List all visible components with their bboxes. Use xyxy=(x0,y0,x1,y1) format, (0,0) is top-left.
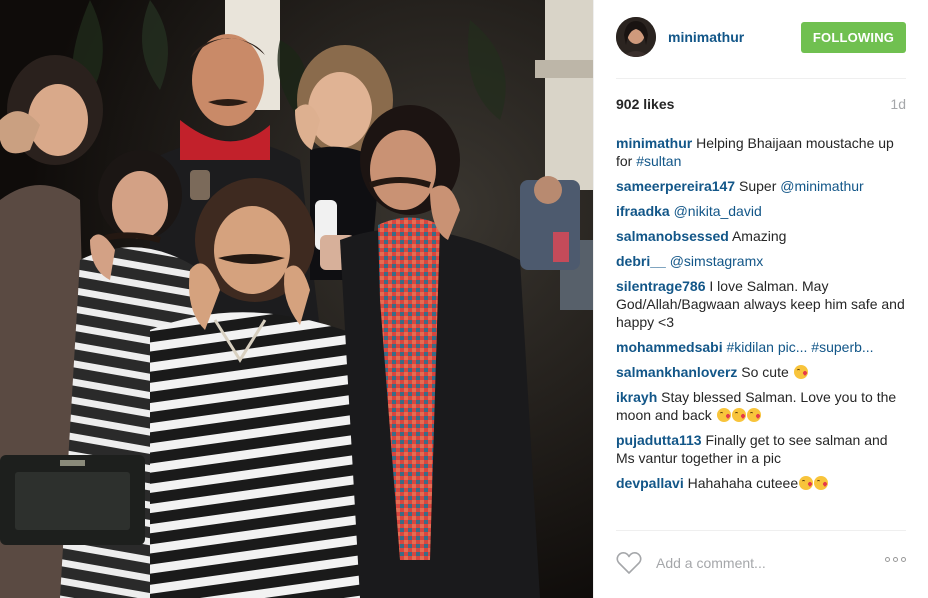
caption-username[interactable]: minimathur xyxy=(616,135,692,151)
kissing-face-emoji-icon xyxy=(716,408,731,422)
comment-item: mohammedsabi #kidilan pic... #superb... xyxy=(616,338,906,356)
instagram-post: minimathur FOLLOWING 902 likes 1d minima… xyxy=(0,0,928,598)
post-age[interactable]: 1d xyxy=(890,96,906,112)
comment-username[interactable]: ifraadka xyxy=(616,203,670,219)
comment-username[interactable]: sameerpereira147 xyxy=(616,178,735,194)
comment-item: salmankhanloverz So cute xyxy=(616,363,906,381)
add-comment-row xyxy=(616,548,906,578)
kissing-face-emoji-icon xyxy=(793,365,808,379)
comment-item: ifraadka @nikita_david xyxy=(616,202,906,220)
heart-outline-icon[interactable] xyxy=(616,551,642,575)
likes-count[interactable]: 902 likes xyxy=(616,96,674,112)
comment-username[interactable]: salmanobsessed xyxy=(616,228,729,244)
post-photo[interactable] xyxy=(0,0,593,598)
following-button[interactable]: FOLLOWING xyxy=(801,22,906,53)
more-options-icon[interactable] xyxy=(885,557,906,562)
comment-item: silentrage786 I love Salman. May God/All… xyxy=(616,277,906,331)
add-comment-input[interactable] xyxy=(654,554,858,572)
comment-item: debri__ @simstagramx xyxy=(616,252,906,270)
comment-mention[interactable]: @minimathur xyxy=(780,178,863,194)
comment-username[interactable]: devpallavi xyxy=(616,475,684,491)
comment-username[interactable]: silentrage786 xyxy=(616,278,706,294)
comment-mention[interactable]: @simstagramx xyxy=(670,253,764,269)
comment-item: ikrayh Stay blessed Salman. Love you to … xyxy=(616,388,906,424)
caption: minimathur Helping Bhaijaan moustache up… xyxy=(616,134,906,170)
comment-username[interactable]: mohammedsabi xyxy=(616,339,723,355)
more-dot xyxy=(901,557,906,562)
avatar[interactable] xyxy=(616,17,656,57)
caption-hashtag[interactable]: #sultan xyxy=(636,153,681,169)
post-meta: 902 likes 1d xyxy=(616,96,906,112)
comment-text: So cute xyxy=(741,364,793,380)
comment-item: devpallavi Hahahaha cuteee xyxy=(616,474,906,492)
more-dot xyxy=(893,557,898,562)
comments-divider xyxy=(616,530,906,531)
comment-text: Hahahaha cuteee xyxy=(687,475,799,491)
comment-item: pujadutta113 Finally get to see salman a… xyxy=(616,431,906,467)
comment-list: minimathur Helping Bhaijaan moustache up… xyxy=(616,134,906,499)
post-header: minimathur FOLLOWING xyxy=(616,16,906,58)
comment-text: Amazing xyxy=(731,228,787,244)
group-selfie-image xyxy=(0,0,593,598)
more-dot xyxy=(885,557,890,562)
comment-username[interactable]: salmankhanloverz xyxy=(616,364,737,380)
comment-username[interactable]: ikrayh xyxy=(616,389,657,405)
avatar-image xyxy=(616,17,656,57)
kissing-face-emoji-icon xyxy=(746,408,761,422)
post-side-panel: minimathur FOLLOWING 902 likes 1d minima… xyxy=(593,0,928,598)
comment-mention[interactable]: @nikita_david xyxy=(674,203,762,219)
kissing-face-emoji-icon xyxy=(799,476,814,490)
kissing-face-emoji-icon xyxy=(814,476,829,490)
comment-item: salmanobsessed Amazing xyxy=(616,227,906,245)
comment-item: sameerpereira147 Super @minimathur xyxy=(616,177,906,195)
comment-username[interactable]: debri__ xyxy=(616,253,666,269)
header-divider xyxy=(616,78,906,79)
comment-hashtags[interactable]: #kidilan pic... #superb... xyxy=(726,339,873,355)
post-author-username[interactable]: minimathur xyxy=(668,29,744,45)
comment-username[interactable]: pujadutta113 xyxy=(616,432,702,448)
kissing-face-emoji-icon xyxy=(731,408,746,422)
comment-text: Super xyxy=(739,178,781,194)
